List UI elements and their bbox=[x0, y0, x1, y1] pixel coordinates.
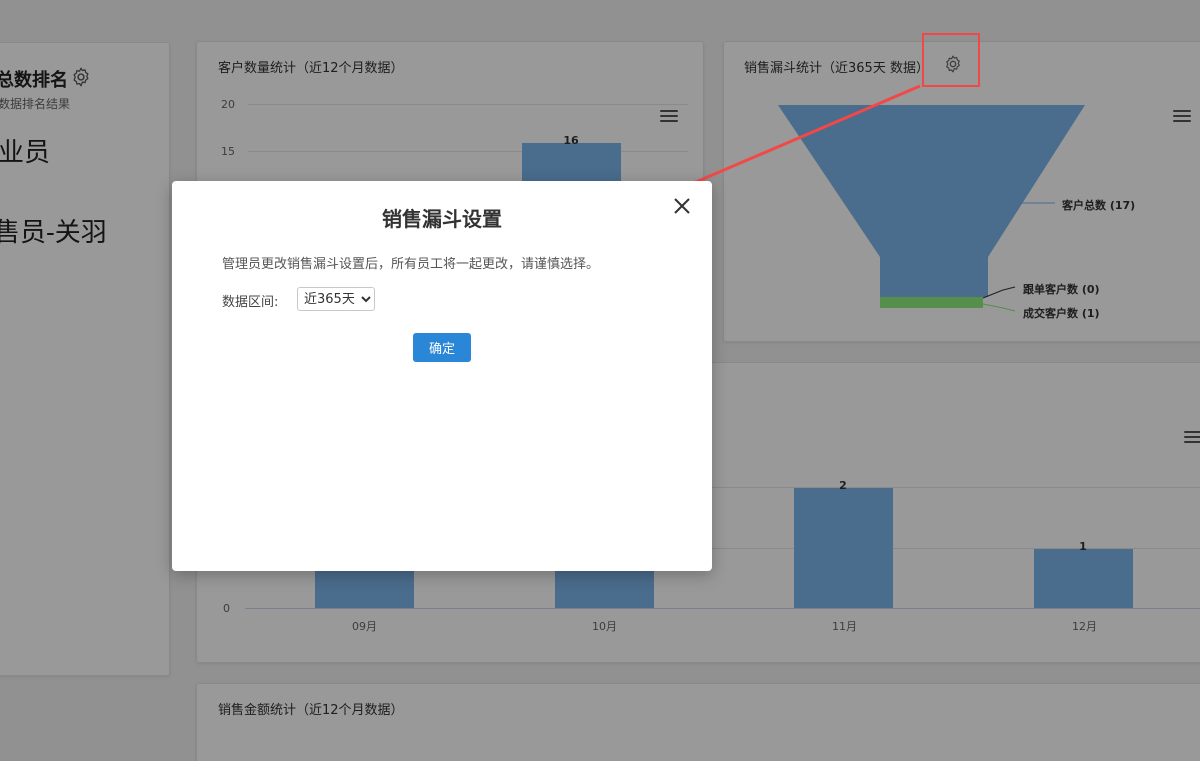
data-range-select[interactable]: 近365天 bbox=[297, 287, 375, 311]
funnel-settings-modal: 销售漏斗设置 管理员更改销售漏斗设置后，所有员工将一起更改，请谨慎选择。 数据区… bbox=[172, 181, 712, 571]
modal-title: 销售漏斗设置 bbox=[382, 207, 502, 231]
highlight-box bbox=[922, 33, 980, 87]
data-range-label: 数据区间: bbox=[222, 295, 279, 310]
modal-description: 管理员更改销售漏斗设置后，所有员工将一起更改，请谨慎选择。 bbox=[222, 257, 600, 272]
confirm-button[interactable]: 确定 bbox=[413, 333, 471, 362]
close-icon[interactable] bbox=[671, 195, 693, 217]
